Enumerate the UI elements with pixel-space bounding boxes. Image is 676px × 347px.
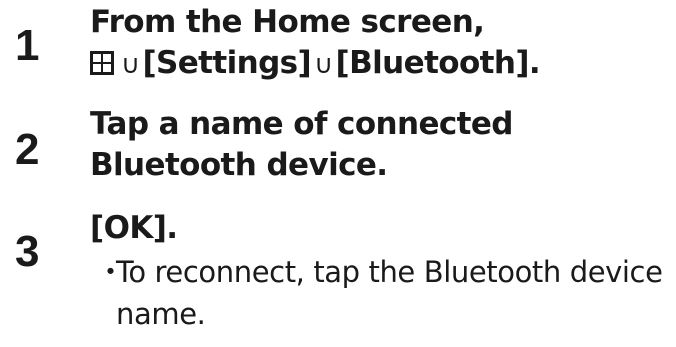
apps-grid-icon — [90, 45, 114, 75]
step-body: Tap a name of connected Bluetooth device… — [90, 104, 666, 186]
step-2-line-2: Bluetooth device. — [90, 147, 388, 183]
step-title: From the Home screen, — [90, 2, 666, 43]
step-body: From the Home screen, ∪[Settings] ∪[Bluet… — [90, 2, 666, 86]
bluetooth-label: [Bluetooth]. — [335, 45, 541, 81]
settings-label: [Settings] — [142, 45, 312, 81]
step-number: 2 — [15, 125, 40, 174]
step-instruction: ∪[Settings] ∪[Bluetooth]. — [90, 43, 666, 86]
step-1-line-1: From the Home screen, — [90, 4, 485, 40]
bullet: ・ — [96, 255, 125, 289]
arrow-separator: ∪ — [314, 50, 333, 80]
arrow-separator: ∪ — [121, 50, 140, 80]
note-text: To reconnect, tap the Bluetooth device n… — [116, 255, 663, 331]
step-3-line-1: [OK]. — [90, 210, 178, 246]
step-body: [OK]. ・ To reconnect, tap the Bluetooth … — [90, 208, 666, 335]
step-2-line-1: Tap a name of connected — [90, 106, 514, 142]
step-number: 3 — [15, 227, 40, 276]
step-number: 1 — [15, 21, 40, 70]
note: ・ To reconnect, tap the Bluetooth device… — [90, 251, 666, 335]
